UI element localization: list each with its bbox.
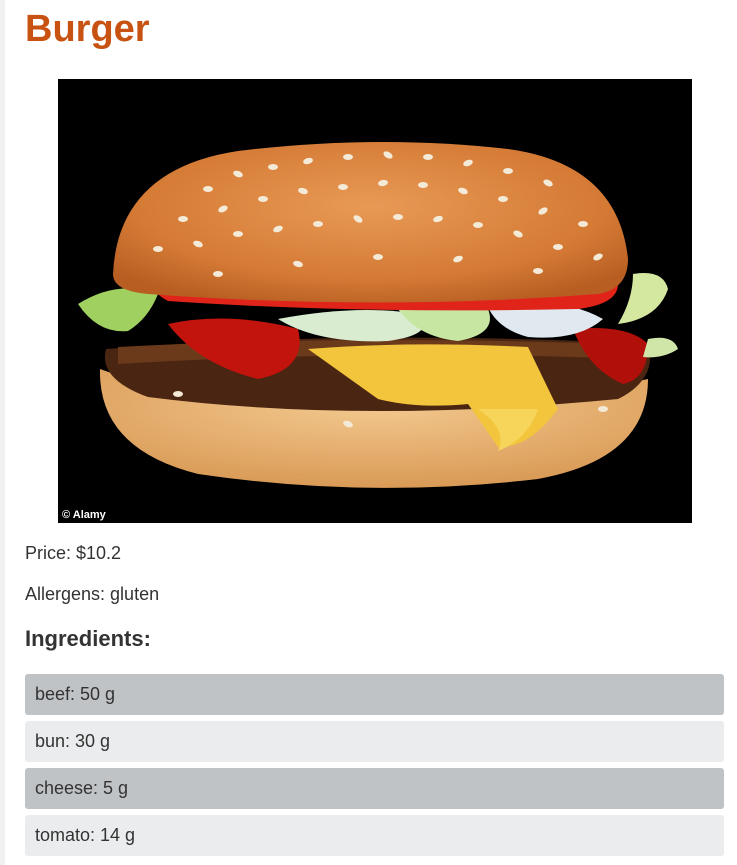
ingredient-item: beef: 50 g — [25, 674, 724, 715]
ingredients-list: beef: 50 g bun: 30 g cheese: 5 g tomato:… — [25, 674, 724, 862]
recipe-page: Burger © Alamy Price: $10.2 Allergens: g… — [0, 0, 737, 865]
photo-credit: © Alamy — [62, 509, 106, 521]
allergens-text: Allergens: gluten — [25, 584, 160, 604]
ingredients-heading: Ingredients: — [25, 626, 151, 651]
burger-photo: © Alamy — [58, 79, 692, 523]
ingredient-item: tomato: 14 g — [25, 815, 724, 856]
ingredient-item: bun: 30 g — [25, 721, 724, 762]
dish-title: Burger — [25, 8, 150, 50]
ingredient-item: cheese: 5 g — [25, 768, 724, 809]
burger-illustration — [58, 79, 692, 523]
price-text: Price: $10.2 — [25, 543, 122, 563]
